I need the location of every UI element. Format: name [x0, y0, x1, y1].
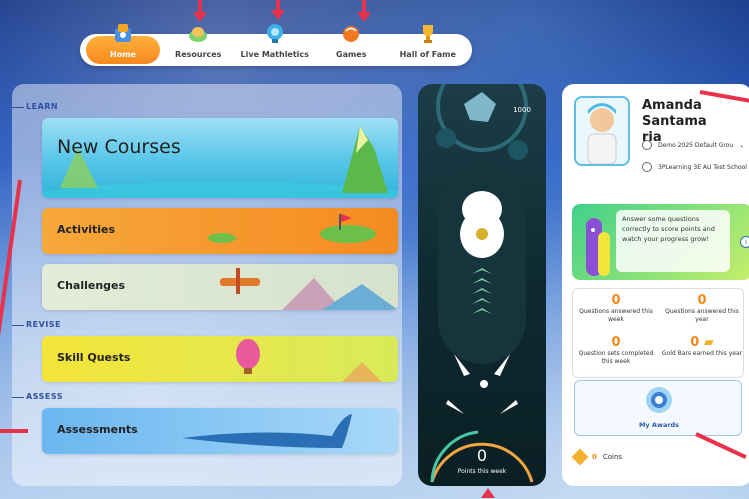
nav-live-mathletics-label: Live Mathletics: [240, 50, 309, 59]
coins-display: 0 Coins: [571, 446, 684, 468]
right-panel: Amanda Santama ria Demo 2025 Default Gro…: [562, 84, 749, 486]
section-label-assess: ASSESS: [26, 392, 63, 401]
school-icon: [642, 162, 652, 172]
activities-card[interactable]: Activities: [42, 208, 398, 254]
section-divider: [12, 397, 24, 398]
group-icon: [642, 140, 652, 150]
nav-resources[interactable]: Resources: [160, 27, 237, 64]
points-value: 0: [476, 446, 488, 465]
stat-sets-week: 0 Question sets completed this week: [578, 335, 654, 365]
award-badge-icon: [646, 387, 672, 413]
group-name: Demo 2025 Default Grou: [658, 141, 734, 149]
gold-bar-icon: ▰: [703, 335, 714, 350]
pinball-badge: 1000: [513, 106, 531, 114]
annotation-arrow-head: [357, 12, 371, 22]
my-awards-button[interactable]: My Awards: [574, 380, 742, 436]
section-label-revise: REVISE: [26, 320, 62, 329]
activities-label: Activities: [57, 223, 116, 236]
assessments-card[interactable]: Assessments: [42, 408, 398, 454]
nav-resources-label: Resources: [175, 50, 222, 59]
annotation-arrow-head: [193, 12, 207, 22]
section-divider: [12, 325, 24, 326]
home-icon: [112, 22, 134, 44]
promo-text: Answer some questions correctly to score…: [616, 210, 730, 272]
coins-label: Coins: [602, 453, 623, 461]
group-selector[interactable]: Demo 2025 Default Grou ⌄: [642, 140, 744, 150]
promo-banner: Answer some questions correctly to score…: [572, 204, 749, 280]
stat-gold-bars: 0 ▰ Gold Bars earned this year: [659, 335, 745, 358]
section-divider: [12, 107, 24, 108]
left-panel: LEARN New Courses Activities Challenges: [12, 84, 402, 486]
top-nav: Home Resources Live Mathletics Games Hal…: [80, 24, 472, 66]
coins-value: 0: [592, 453, 597, 461]
challenges-card[interactable]: Challenges: [42, 264, 398, 310]
coin-icon: [571, 448, 589, 466]
character-icon: [586, 218, 610, 276]
avatar-illustration: [587, 103, 617, 165]
nav-hall-of-fame-label: Hall of Fame: [399, 50, 456, 59]
nav-hall-of-fame[interactable]: Hall of Fame: [390, 25, 467, 64]
new-courses-label: New Courses: [57, 136, 181, 158]
live-mathletics-icon: [264, 22, 286, 44]
skill-quests-label: Skill Quests: [57, 351, 131, 364]
avatar[interactable]: [574, 96, 630, 166]
annotation-arrow: [0, 429, 28, 433]
school-info: 3PLearning 3E AU Test School: [642, 162, 747, 172]
points-label: Points this week: [457, 468, 507, 475]
gold-bars-value: 0 ▰: [690, 335, 714, 350]
annotation-arrow-head: [481, 488, 495, 498]
games-icon: [340, 22, 362, 44]
stat-questions-week: 0 Questions answered this week: [579, 293, 653, 323]
school-name: 3PLearning 3E AU Test School: [658, 163, 747, 171]
resources-icon: [187, 22, 209, 44]
skill-quests-card[interactable]: Skill Quests: [42, 336, 398, 382]
assessments-label: Assessments: [57, 423, 138, 436]
nav-live-mathletics[interactable]: Live Mathletics: [237, 24, 314, 64]
profile-name-line1: Amanda Santama: [642, 98, 707, 129]
nav-home[interactable]: Home: [86, 24, 160, 64]
nav-games-label: Games: [336, 50, 367, 59]
annotation-arrow-head: [271, 10, 285, 20]
nav-home-label: Home: [110, 50, 136, 59]
trophy-icon: [417, 22, 439, 44]
challenges-label: Challenges: [57, 279, 126, 292]
my-awards-label: My Awards: [638, 421, 680, 429]
profile-name: Amanda Santama ria: [642, 98, 749, 146]
pinball-illustration: [430, 84, 534, 483]
nav-games[interactable]: Games: [313, 26, 390, 64]
new-courses-card[interactable]: New Courses: [42, 118, 398, 198]
section-label-learn: LEARN: [26, 102, 59, 111]
chevron-down-icon: ⌄: [739, 141, 745, 149]
stats-grid: 0 Questions answered this week 0 Questio…: [572, 288, 744, 378]
pinball-progress-panel: 1000 0 Points this week: [418, 84, 546, 486]
info-icon[interactable]: i: [740, 236, 749, 248]
new-courses-illustration: [42, 126, 398, 198]
stat-questions-year: 0 Questions answered this year: [665, 293, 739, 323]
